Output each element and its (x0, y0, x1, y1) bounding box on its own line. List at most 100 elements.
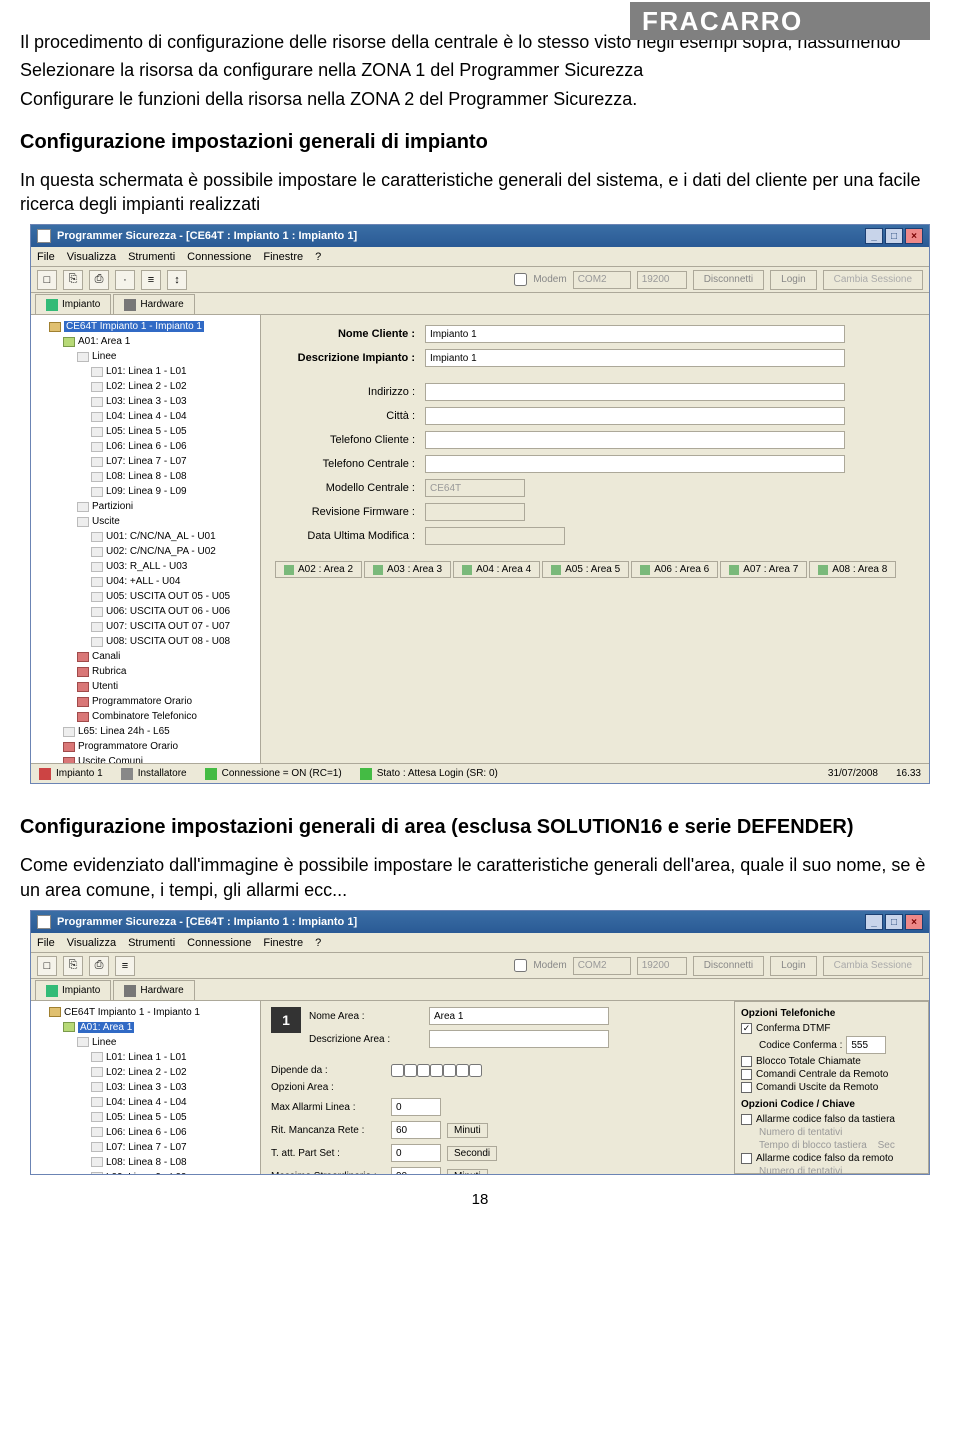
desc-area-field[interactable] (429, 1030, 609, 1048)
tree-root[interactable]: CE64T Impianto 1 - Impianto 1 A01: Area … (49, 319, 256, 763)
tree-item[interactable]: L04: Linea 4 - L04 (91, 1095, 256, 1110)
tree-uscite[interactable]: Uscite U01: C/NC/NA_AL - U01U02: C/NC/NA… (77, 514, 256, 649)
tree-item[interactable]: L05: Linea 5 - L05 (91, 1110, 256, 1125)
blocco-chiamate-checkbox[interactable] (741, 1056, 752, 1067)
tree-item[interactable]: L07: Linea 7 - L07 (91, 1140, 256, 1155)
tree-item[interactable]: U05: USCITA OUT 05 - U05 (91, 589, 256, 604)
tree-item[interactable]: U01: C/NC/NA_AL - U01 (91, 529, 256, 544)
tree-item[interactable]: U03: R_ALL - U03 (91, 559, 256, 574)
tree-uscite-comuni[interactable]: Uscite Comuni (63, 754, 256, 763)
toolbar-tree-icon-2[interactable]: ≡ (115, 956, 135, 976)
tree-item[interactable]: L05: Linea 5 - L05 (91, 424, 256, 439)
tree-prog-orario-2[interactable]: Programmatore Orario (63, 739, 256, 754)
tree-utenti[interactable]: Utenti (77, 679, 256, 694)
toolbar-new-icon[interactable]: □ (37, 270, 57, 290)
mass-unit[interactable]: Minuti (447, 1169, 488, 1175)
tree-prog-orario[interactable]: Programmatore Orario (77, 694, 256, 709)
close-button[interactable]: × (905, 228, 923, 244)
tree-rubrica[interactable]: Rubrica (77, 664, 256, 679)
nav-tree-2[interactable]: CE64T Impianto 1 - Impianto 1 A01: Area … (31, 1001, 261, 1174)
mass-field[interactable] (391, 1167, 441, 1174)
allarme-tastiera-checkbox[interactable] (741, 1114, 752, 1125)
area-tab[interactable]: A07 : Area 7 (720, 561, 807, 578)
tree-item[interactable]: L03: Linea 3 - L03 (91, 1080, 256, 1095)
tree-item[interactable]: U08: USCITA OUT 08 - U08 (91, 634, 256, 649)
dep-chk-3[interactable] (417, 1064, 430, 1077)
disconnect-button[interactable]: Disconnetti (693, 270, 764, 290)
baud-field-2[interactable] (637, 957, 687, 975)
tel-cliente-field[interactable] (425, 431, 845, 449)
menu-connection-2[interactable]: Connessione (187, 937, 251, 949)
modem-checkbox[interactable] (514, 273, 527, 286)
toolbar-print-icon[interactable]: ⎙ (89, 270, 109, 290)
area-tab[interactable]: A06 : Area 6 (631, 561, 718, 578)
login-button[interactable]: Login (770, 270, 816, 290)
citta-field[interactable] (425, 407, 845, 425)
dep-chk-2[interactable] (404, 1064, 417, 1077)
tree-item[interactable]: L06: Linea 6 - L06 (91, 1125, 256, 1140)
toolbar-tree-icon[interactable]: ≡ (141, 270, 161, 290)
menu-file-2[interactable]: File (37, 937, 55, 949)
comandi-uscite-checkbox[interactable] (741, 1082, 752, 1093)
menu-help-2[interactable]: ? (315, 937, 321, 949)
dep-chk-7[interactable] (469, 1064, 482, 1077)
dep-chk-4[interactable] (430, 1064, 443, 1077)
maximize-button-2[interactable]: □ (885, 914, 903, 930)
toolbar-open-icon[interactable]: ⎘ (63, 270, 83, 290)
tel-centrale-field[interactable] (425, 455, 845, 473)
tab-hardware[interactable]: Hardware (113, 294, 194, 314)
tree-item[interactable]: L09: Linea 9 - L09 (91, 1170, 256, 1174)
com-port-field-2[interactable] (573, 957, 631, 975)
codice-conferma-field[interactable] (846, 1036, 886, 1054)
menu-view-2[interactable]: Visualizza (67, 937, 116, 949)
menu-windows-2[interactable]: Finestre (263, 937, 303, 949)
dep-chk-6[interactable] (456, 1064, 469, 1077)
tree-area[interactable]: A01: Area 1 Linee L01: Linea 1 - L01L02:… (63, 334, 256, 724)
tree-linee[interactable]: Linee L01: Linea 1 - L01L02: Linea 2 - L… (77, 349, 256, 499)
tree-partizioni[interactable]: Partizioni (77, 499, 256, 514)
conferma-dtmf-checkbox[interactable]: ✓ (741, 1023, 752, 1034)
tree-area-2[interactable]: A01: Area 1 Linee L01: Linea 1 - L01L02:… (63, 1020, 256, 1174)
area-tab[interactable]: A08 : Area 8 (809, 561, 896, 578)
area-tab[interactable]: A05 : Area 5 (542, 561, 629, 578)
comandi-centrale-checkbox[interactable] (741, 1069, 752, 1080)
menu-tools-2[interactable]: Strumenti (128, 937, 175, 949)
menu-help[interactable]: ? (315, 251, 321, 263)
menu-file[interactable]: File (37, 251, 55, 263)
maxall-field[interactable] (391, 1098, 441, 1116)
maximize-button[interactable]: □ (885, 228, 903, 244)
menu-connection[interactable]: Connessione (187, 251, 251, 263)
disconnect-button-2[interactable]: Disconnetti (693, 956, 764, 976)
tree-item[interactable]: L03: Linea 3 - L03 (91, 394, 256, 409)
tree-canali[interactable]: Canali (77, 649, 256, 664)
rit-unit[interactable]: Minuti (447, 1123, 488, 1138)
area-tab[interactable]: A04 : Area 4 (453, 561, 540, 578)
area-tab[interactable]: A02 : Area 2 (275, 561, 362, 578)
menu-tools[interactable]: Strumenti (128, 251, 175, 263)
rit-field[interactable] (391, 1121, 441, 1139)
tatt-unit[interactable]: Secondi (447, 1146, 497, 1161)
tree-item[interactable]: L01: Linea 1 - L01 (91, 364, 256, 379)
area-tab[interactable]: A03 : Area 3 (364, 561, 451, 578)
tree-item[interactable]: L08: Linea 8 - L08 (91, 469, 256, 484)
indirizzo-field[interactable] (425, 383, 845, 401)
login-button-2[interactable]: Login (770, 956, 816, 976)
tree-item[interactable]: U07: USCITA OUT 07 - U07 (91, 619, 256, 634)
tree-item[interactable]: L01: Linea 1 - L01 (91, 1050, 256, 1065)
tree-item[interactable]: L07: Linea 7 - L07 (91, 454, 256, 469)
toolbar-new-icon-2[interactable]: □ (37, 956, 57, 976)
tree-item[interactable]: L04: Linea 4 - L04 (91, 409, 256, 424)
minimize-button[interactable]: _ (865, 228, 883, 244)
nome-cliente-field[interactable] (425, 325, 845, 343)
desc-impianto-field[interactable] (425, 349, 845, 367)
tree-item[interactable]: U02: C/NC/NA_PA - U02 (91, 544, 256, 559)
menu-view[interactable]: Visualizza (67, 251, 116, 263)
tree-linee-2[interactable]: Linee L01: Linea 1 - L01L02: Linea 2 - L… (77, 1035, 256, 1174)
nav-tree[interactable]: CE64T Impianto 1 - Impianto 1 A01: Area … (31, 315, 261, 763)
close-button-2[interactable]: × (905, 914, 923, 930)
tree-item[interactable]: L02: Linea 2 - L02 (91, 1065, 256, 1080)
tab-impianto-2[interactable]: Impianto (35, 980, 111, 1000)
nome-area-field[interactable] (429, 1007, 609, 1025)
tree-item[interactable]: L09: Linea 9 - L09 (91, 484, 256, 499)
baud-field[interactable] (637, 271, 687, 289)
